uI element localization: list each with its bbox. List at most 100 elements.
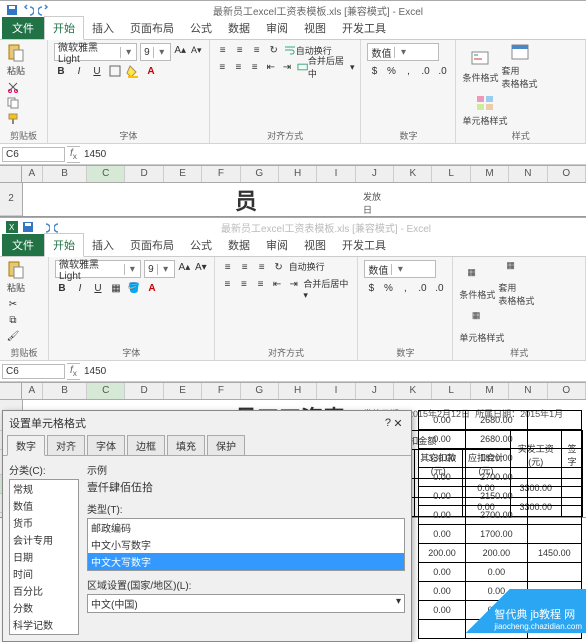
dialog-tab-font[interactable]: 字体 [87, 435, 125, 455]
align-right-icon[interactable]: ≡ [248, 60, 261, 74]
col-head[interactable]: N [509, 166, 547, 182]
col-head[interactable]: B [43, 383, 87, 399]
col-head[interactable]: I [317, 166, 355, 182]
comma-icon[interactable]: , [401, 64, 415, 78]
align-left-icon[interactable]: ≡ [221, 277, 235, 291]
border-icon[interactable]: ▦ [109, 281, 123, 295]
currency-icon[interactable]: $ [364, 281, 378, 295]
grow-font-icon[interactable]: A▴ [178, 260, 191, 274]
merge-center-button[interactable]: 合并后居中▾ [297, 60, 355, 74]
tab-view[interactable]: 视图 [296, 234, 334, 256]
col-head[interactable]: G [241, 383, 279, 399]
underline-icon[interactable]: U [90, 64, 104, 78]
tab-layout[interactable]: 页面布局 [122, 17, 182, 39]
merge-center-button[interactable]: 合并后居中▾ [303, 277, 351, 301]
dialog-tab-align[interactable]: 对齐 [47, 435, 85, 455]
tab-data[interactable]: 数据 [220, 234, 258, 256]
col-head[interactable]: G [241, 166, 279, 182]
col-head[interactable]: A [22, 383, 44, 399]
col-head[interactable]: B [43, 166, 87, 182]
cell-styles-button[interactable]: ▦单元格样式 [459, 310, 504, 344]
wrap-text-button[interactable]: 自动换行 [289, 260, 325, 274]
percent-icon[interactable]: % [384, 64, 398, 78]
align-bottom-icon[interactable]: ≡ [250, 43, 264, 57]
save-icon[interactable] [6, 4, 18, 16]
col-head[interactable]: L [432, 383, 470, 399]
list-item[interactable]: 百分比 [10, 582, 78, 599]
close-icon[interactable]: ✕ [391, 416, 405, 430]
tab-home[interactable]: 开始 [44, 16, 84, 40]
format-painter-icon[interactable] [6, 112, 20, 126]
orientation-icon[interactable]: ↻ [267, 43, 281, 57]
align-middle-icon[interactable]: ≡ [233, 43, 247, 57]
col-head[interactable]: J [356, 383, 394, 399]
indent-more-icon[interactable]: ⇥ [287, 277, 301, 291]
dialog-tab-fill[interactable]: 填充 [167, 435, 205, 455]
increase-decimal-icon[interactable]: .0 [418, 64, 432, 78]
indent-less-icon[interactable]: ⇤ [264, 60, 277, 74]
number-format-combo[interactable]: 数值▾ [367, 43, 439, 61]
paste-button[interactable]: 粘贴 [6, 260, 26, 294]
tab-formulas[interactable]: 公式 [182, 234, 220, 256]
fill-color-icon[interactable] [126, 64, 140, 78]
list-item[interactable]: 常规 [10, 480, 78, 497]
tab-home[interactable]: 开始 [44, 233, 84, 257]
align-center-icon[interactable]: ≡ [237, 277, 251, 291]
align-right-icon[interactable]: ≡ [254, 277, 268, 291]
bold-icon[interactable]: B [55, 281, 69, 295]
tab-dev[interactable]: 开发工具 [334, 234, 394, 256]
col-head[interactable]: F [202, 166, 240, 182]
shrink-font-icon[interactable]: A▾ [190, 43, 203, 57]
orientation-icon[interactable]: ↻ [272, 260, 286, 274]
copy-icon[interactable] [6, 96, 20, 110]
list-item[interactable]: 货币 [10, 514, 78, 531]
redo-icon[interactable] [38, 4, 50, 16]
locale-combo[interactable]: 中文(中国) ▾ [87, 594, 405, 613]
decrease-decimal-icon[interactable]: .0 [432, 281, 446, 295]
format-as-table-button[interactable]: 套用 表格格式 [502, 43, 538, 90]
copy-icon[interactable]: ⧉ [6, 313, 20, 327]
increase-decimal-icon[interactable]: .0 [415, 281, 429, 295]
redo-icon[interactable] [54, 221, 66, 233]
col-head[interactable]: D [125, 166, 163, 182]
dialog-tab-protect[interactable]: 保护 [207, 435, 245, 455]
col-head[interactable]: C [87, 383, 125, 399]
tab-review[interactable]: 审阅 [258, 17, 296, 39]
formula-value[interactable]: 1450 [80, 148, 586, 161]
percent-icon[interactable]: % [381, 281, 395, 295]
conditional-format-button[interactable]: ▦条件格式 [459, 267, 495, 301]
currency-icon[interactable]: $ [367, 64, 381, 78]
tab-dev[interactable]: 开发工具 [334, 17, 394, 39]
format-as-table-button[interactable]: ▦套用 表格格式 [498, 260, 534, 307]
col-head[interactable]: F [202, 383, 240, 399]
decrease-decimal-icon[interactable]: .0 [435, 64, 449, 78]
italic-icon[interactable]: I [73, 281, 87, 295]
grow-font-icon[interactable]: A▴ [174, 43, 187, 57]
align-center-icon[interactable]: ≡ [232, 60, 245, 74]
list-item[interactable]: 邮政编码 [88, 519, 404, 536]
undo-icon[interactable] [22, 4, 34, 16]
col-head[interactable]: H [279, 383, 317, 399]
list-item[interactable]: 科学记数 [10, 616, 78, 633]
format-painter-icon[interactable]: 🖌 [6, 329, 20, 343]
name-box[interactable]: C6 [2, 147, 65, 162]
fx-icon[interactable]: fx [67, 363, 80, 380]
cut-icon[interactable] [6, 80, 20, 94]
col-head[interactable]: C [87, 166, 125, 182]
col-head[interactable]: N [509, 383, 547, 399]
col-head[interactable]: O [548, 166, 586, 182]
tab-view[interactable]: 视图 [296, 17, 334, 39]
col-head[interactable]: D [125, 383, 163, 399]
list-item[interactable]: 文本 [10, 633, 78, 635]
cell-styles-button[interactable]: 单元格样式 [462, 93, 507, 127]
tab-data[interactable]: 数据 [220, 17, 258, 39]
indent-more-icon[interactable]: ⇥ [280, 60, 293, 74]
tab-file[interactable]: 文件 [2, 17, 44, 39]
col-head[interactable]: A [22, 166, 44, 182]
underline-icon[interactable]: U [91, 281, 105, 295]
col-head[interactable]: K [394, 166, 432, 182]
align-left-icon[interactable]: ≡ [216, 60, 229, 74]
col-head[interactable]: J [356, 166, 394, 182]
list-item[interactable]: 中文大写数字 [88, 553, 404, 570]
paste-button[interactable]: 粘贴 [6, 43, 26, 77]
